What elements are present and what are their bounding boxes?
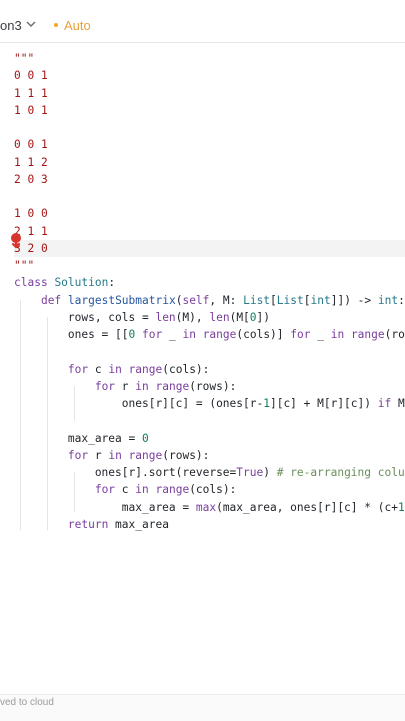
code-line[interactable]: ones = [[0 for _ in range(cols)] for _ i…	[14, 326, 405, 343]
code-line[interactable]	[14, 119, 405, 136]
code-line[interactable]: return max_area	[14, 516, 405, 533]
code-line[interactable]: for c in range(cols):	[14, 481, 405, 498]
code-line[interactable]: 0 0 1	[14, 67, 405, 84]
code-line[interactable]: for c in range(cols):	[14, 361, 405, 378]
code-line[interactable]: 3 2 0	[14, 239, 405, 257]
code-line[interactable]: max_area = 0	[14, 430, 405, 447]
code-line[interactable]: 2 1 1	[14, 223, 405, 240]
editor-toolbar: on3 Auto	[0, 0, 405, 43]
code-line[interactable]: 1 0 1	[14, 102, 405, 119]
code-line[interactable]: class Solution:	[14, 274, 405, 291]
code-line[interactable]: def largestSubmatrix(self, M: List[List[…	[14, 292, 405, 309]
status-bar: ved to cloud	[0, 694, 405, 721]
code-line[interactable]: """	[14, 50, 405, 67]
code-line[interactable]: for r in range(rows):	[14, 378, 405, 395]
code-line[interactable]: ones[r][c] = (ones[r-1][c] + M[r][c]) if…	[14, 395, 405, 412]
code-line[interactable]: max_area = max(max_area, ones[r][c] * (c…	[14, 499, 405, 516]
code-editor[interactable]: """ 0 0 11 1 11 0 10 0 11 1 22 0 31 0 02 …	[0, 44, 405, 694]
code-content[interactable]: """ 0 0 11 1 11 0 10 0 11 1 22 0 31 0 02 …	[14, 50, 405, 533]
language-selector[interactable]: on3	[0, 18, 22, 33]
code-line[interactable]: 1 0 0	[14, 205, 405, 222]
code-line[interactable]: 1 1 1	[14, 85, 405, 102]
breakpoint-hand-icon[interactable]	[7, 231, 25, 249]
status-dot-icon	[54, 23, 58, 27]
chevron-down-icon[interactable]	[24, 17, 38, 31]
code-line[interactable]: rows, cols = len(M), len(M[0])	[14, 309, 405, 326]
code-line[interactable]: 1 1 2	[14, 154, 405, 171]
code-line[interactable]: 2 0 3	[14, 171, 405, 188]
code-line[interactable]	[14, 412, 405, 429]
code-line[interactable]: ones[r].sort(reverse=True) # re-arrangin…	[14, 464, 405, 481]
save-status: ved to cloud	[0, 697, 54, 708]
code-line[interactable]: 0 0 1	[14, 136, 405, 153]
code-line[interactable]: for r in range(rows):	[14, 447, 405, 464]
auto-mode-label[interactable]: Auto	[64, 18, 91, 33]
code-line[interactable]	[14, 343, 405, 360]
code-line[interactable]: """	[14, 257, 405, 274]
code-line[interactable]	[14, 188, 405, 205]
